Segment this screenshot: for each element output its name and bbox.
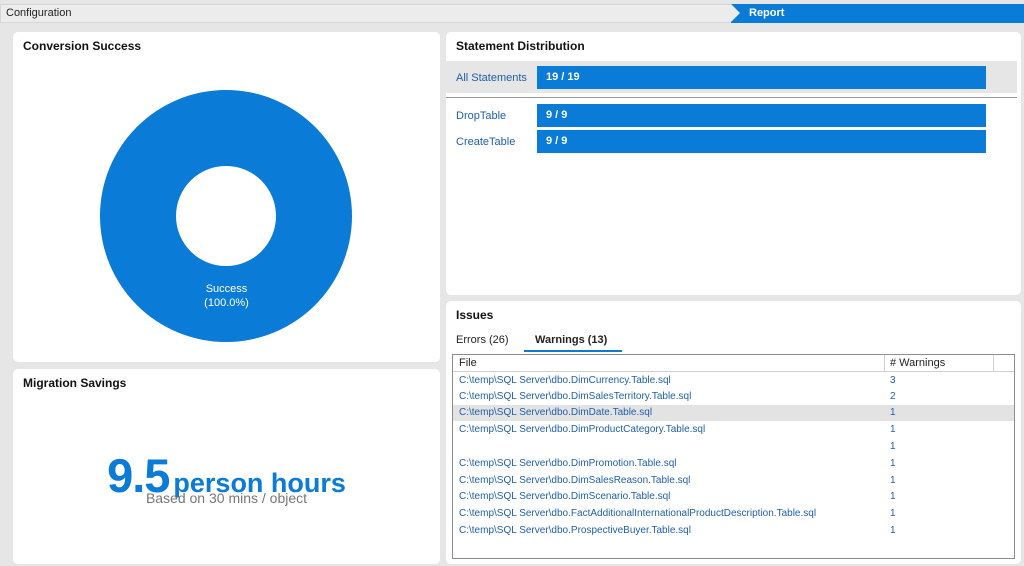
warning-count: 1 [890,407,896,418]
donut-slice-percent: (100.0%) [204,297,249,309]
warning-count: 1 [890,508,896,519]
warning-count: 1 [890,525,896,536]
tab-errors[interactable]: Errors (26) [456,334,509,346]
file-path: C:\temp\SQL Server\dbo.ProspectiveBuyer.… [459,525,691,536]
divider [446,97,1017,98]
table-row[interactable]: C:\temp\SQL Server\dbo.DimScenario.Table… [453,489,1014,505]
chevron-right-icon [731,4,740,22]
table-row[interactable]: C:\temp\SQL Server\dbo.DimDate.Table.sql… [453,405,1014,421]
table-row[interactable]: C:\temp\SQL Server\dbo.FactAdditionalInt… [453,506,1014,522]
table-row[interactable]: C:\temp\SQL Server\dbo.DimSalesTerritory… [453,389,1014,405]
warning-count: 1 [890,458,896,469]
column-divider[interactable] [884,355,885,372]
step-configuration-label: Configuration [6,7,72,19]
warning-count: 1 [890,424,896,435]
conversion-success-panel: Conversion Success Success (100.0%) [13,32,440,362]
table-row[interactable]: C:\temp\SQL Server\dbo.DimSalesReason.Ta… [453,473,1014,489]
dist-bar: 19 / 19 [537,66,986,89]
issues-panel: Issues Errors (26) Warnings (13) File # … [446,301,1021,564]
file-path: C:\temp\SQL Server\dbo.DimSalesTerritory… [459,391,692,402]
table-row[interactable]: C:\temp\SQL Server\dbo.ProspectiveBuyer.… [453,523,1014,539]
dist-row-all-statements[interactable]: All Statements 19 / 19 [446,61,1017,93]
file-path: C:\temp\SQL Server\dbo.DimDate.Table.sql [459,407,653,418]
column-divider[interactable] [993,355,994,372]
warning-count: 1 [890,491,896,502]
statement-distribution-title: Statement Distribution [456,39,585,53]
table-row[interactable]: C:\temp\SQL Server\dbo.DimCurrency.Table… [453,373,1014,389]
warning-count: 3 [890,375,896,386]
conversion-donut-chart [100,90,352,342]
step-configuration[interactable]: Configuration [0,4,740,23]
file-path: C:\temp\SQL Server\dbo.DimScenario.Table… [459,491,671,502]
file-path: C:\temp\SQL Server\dbo.DimSalesReason.Ta… [459,475,691,486]
dist-bar: 9 / 9 [537,104,986,127]
warning-count: 1 [890,441,896,452]
table-row[interactable]: 1 [453,439,1014,455]
file-path: C:\temp\SQL Server\dbo.FactAdditionalInt… [459,508,817,519]
active-tab-indicator [524,350,622,352]
dist-label: CreateTable [456,136,516,148]
grid-header: File # Warnings [453,355,1014,372]
column-header-warnings[interactable]: # Warnings [890,357,945,369]
dist-bar: 9 / 9 [537,130,986,153]
warning-count: 1 [890,475,896,486]
dist-label: DropTable [456,110,507,122]
statement-distribution-panel: Statement Distribution All Statements 19… [446,32,1021,295]
dist-row-createtable[interactable]: CreateTable 9 / 9 [446,129,1017,159]
table-row[interactable]: C:\temp\SQL Server\dbo.DimProductCategor… [453,422,1014,438]
savings-note: Based on 30 mins / object [145,490,308,506]
migration-savings-panel: Migration Savings 9.5 person hours Based … [13,369,440,564]
migration-savings-title: Migration Savings [23,376,127,390]
file-path: C:\temp\SQL Server\dbo.DimCurrency.Table… [459,375,671,386]
dist-label: All Statements [456,72,527,84]
warnings-grid: File # Warnings C:\temp\SQL Server\dbo.D… [452,354,1015,559]
column-header-file[interactable]: File [459,357,477,369]
table-row[interactable]: C:\temp\SQL Server\dbo.DimPromotion.Tabl… [453,456,1014,472]
step-report[interactable]: Report [731,4,1024,23]
issues-title: Issues [456,308,494,322]
file-path: C:\temp\SQL Server\dbo.DimPromotion.Tabl… [459,458,677,469]
wizard-breadcrumb: Configuration Report [0,0,1024,26]
tab-warnings[interactable]: Warnings (13) [535,334,607,346]
step-report-label: Report [749,7,785,19]
file-path: C:\temp\SQL Server\dbo.DimProductCategor… [459,424,706,435]
warning-count: 2 [890,391,896,402]
donut-slice-label: Success [205,283,248,295]
